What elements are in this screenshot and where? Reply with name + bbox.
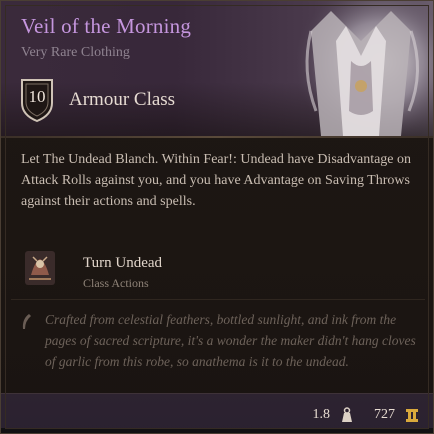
weight-value: 1.8: [312, 407, 331, 422]
gold-coin-icon: [406, 409, 418, 422]
robe-item-art: [291, 1, 433, 136]
ability-turn-undead[interactable]: Turn Undead Class Actions: [21, 249, 321, 293]
shield-icon: 10: [19, 77, 55, 123]
armour-class-row: 10 Armour Class: [19, 77, 175, 123]
item-name: Veil of the Morning: [21, 14, 192, 38]
weight-icon: [342, 407, 352, 422]
header-divider: [1, 136, 433, 138]
item-rarity: Very Rare Clothing: [21, 45, 130, 60]
flavor-divider: [11, 299, 425, 300]
turn-undead-icon: [25, 251, 55, 285]
ability-type: Class Actions: [83, 276, 149, 290]
gold-value: 727: [374, 407, 395, 422]
ability-name: Turn Undead: [83, 255, 163, 271]
item-description: Let The Undead Blanch. Within Fear!: Und…: [21, 152, 412, 209]
armour-class-value: 10: [28, 87, 46, 106]
quill-icon: [22, 314, 31, 329]
armour-class-label: Armour Class: [69, 89, 176, 110]
flavor-text: Crafted from celestial feathers, bottled…: [45, 312, 416, 369]
item-tooltip: Veil of the Morning Very Rare Clothing 1…: [0, 0, 434, 434]
